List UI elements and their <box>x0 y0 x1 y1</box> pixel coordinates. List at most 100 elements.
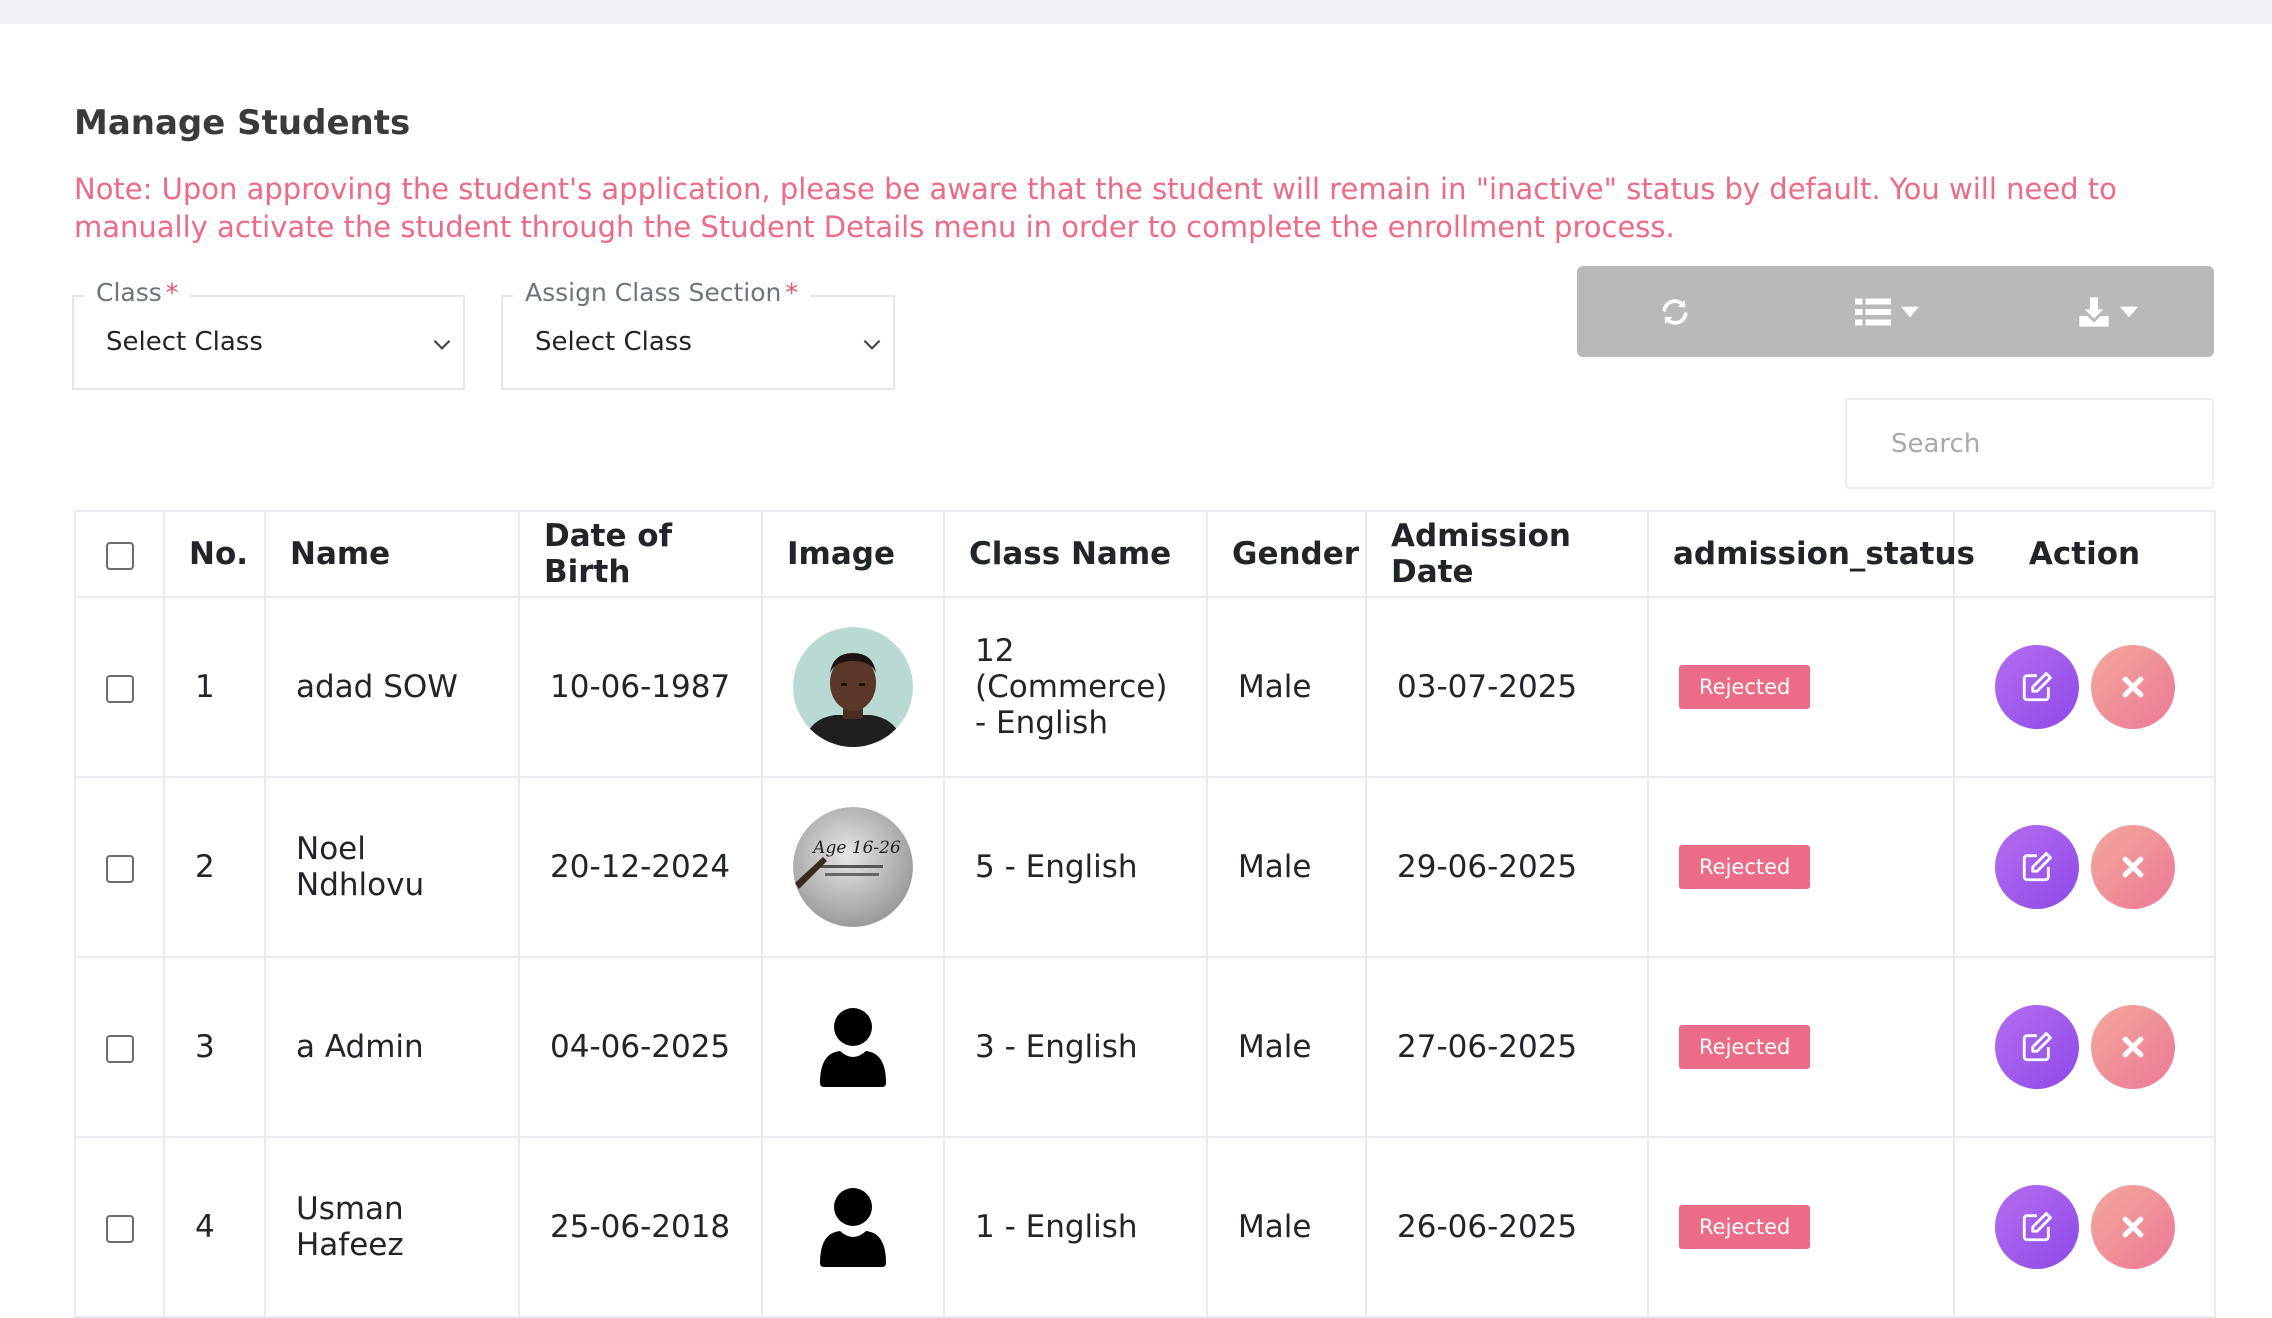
cell-dob: 20-12-2024 <box>518 776 763 958</box>
students-table: No. Name Date of Birth Image Class Name … <box>74 510 2216 1318</box>
table-row: 3 a Admin 04-06-2025 3 - English Male 27… <box>74 956 2216 1138</box>
header-action: Action <box>1953 510 2216 598</box>
search-input[interactable] <box>1845 398 2214 489</box>
row-select-cell[interactable] <box>74 1136 165 1318</box>
delete-button[interactable] <box>2090 1185 2175 1269</box>
class-select-value: Select Class <box>106 327 263 357</box>
cell-dob: 10-06-1987 <box>518 596 763 778</box>
row-select-cell[interactable] <box>74 776 165 958</box>
row-checkbox[interactable] <box>105 854 134 883</box>
chevron-down-icon <box>863 339 881 350</box>
cell-gender: Male <box>1206 1136 1367 1318</box>
cell-no: 2 <box>163 776 266 958</box>
row-select-cell[interactable] <box>74 956 165 1138</box>
edit-button[interactable] <box>1994 1005 2079 1089</box>
photo-caption: Age 16-26 <box>811 838 901 858</box>
delete-button[interactable] <box>2090 825 2175 909</box>
status-badge: Rejected <box>1679 845 1811 889</box>
cell-no: 1 <box>163 596 266 778</box>
cell-gender: Male <box>1206 596 1367 778</box>
header-admission-date[interactable]: Admission Date <box>1365 510 1649 598</box>
approval-note: Note: Upon approving the student's appli… <box>74 172 2117 244</box>
status-badge: Rejected <box>1679 1025 1811 1069</box>
header-image[interactable]: Image <box>761 510 945 598</box>
user-icon <box>820 1188 886 1267</box>
edit-button[interactable] <box>1994 1185 2079 1269</box>
table-row: 1 adad SOW 10-06-1987 12 (Commerce) - En… <box>74 596 2216 778</box>
cell-dob: 25-06-2018 <box>518 1136 763 1318</box>
section-select[interactable]: Assign Class Section * Select Class <box>501 278 895 390</box>
cell-status: Rejected <box>1647 1136 1955 1318</box>
table-row: 2 Noel Ndhlovu 20-12-2024 Age 16-26 5 - … <box>74 776 2216 958</box>
edit-icon <box>2022 852 2052 882</box>
header-select-all[interactable] <box>74 510 165 598</box>
edit-icon <box>2022 1032 2052 1062</box>
cell-status: Rejected <box>1647 956 1955 1138</box>
cell-gender: Male <box>1206 956 1367 1138</box>
student-photo: Age 16-26 <box>793 807 913 927</box>
header-date-of-birth[interactable]: Date of Birth <box>518 510 763 598</box>
cell-admission-date: 03-07-2025 <box>1365 596 1649 778</box>
row-select-cell[interactable] <box>74 596 165 778</box>
cell-action <box>1953 956 2216 1138</box>
class-select-label: Class * <box>84 278 191 307</box>
cell-class-name: 3 - English <box>943 956 1208 1138</box>
close-icon <box>2122 1216 2143 1238</box>
cell-name: a Admin <box>264 956 520 1138</box>
edit-button[interactable] <box>1994 825 2079 909</box>
export-button[interactable] <box>2001 266 2214 357</box>
student-photo <box>793 627 913 747</box>
cell-no: 3 <box>163 956 266 1138</box>
cell-status: Rejected <box>1647 596 1955 778</box>
cell-image <box>761 596 945 778</box>
cell-image: Age 16-26 <box>761 776 945 958</box>
cell-no: 4 <box>163 1136 266 1318</box>
cell-name: Noel Ndhlovu <box>264 776 520 958</box>
download-icon <box>2078 296 2109 327</box>
cell-image <box>761 956 945 1138</box>
class-select[interactable]: Class * Select Class <box>72 278 465 390</box>
delete-button[interactable] <box>2090 645 2175 729</box>
close-icon <box>2122 676 2143 698</box>
refresh-icon <box>1662 298 1688 325</box>
cell-action <box>1953 1136 2216 1318</box>
row-checkbox[interactable] <box>105 1034 134 1063</box>
cell-action <box>1953 776 2216 958</box>
header-admission-status[interactable]: admission_status <box>1647 510 1975 598</box>
select-all-checkbox[interactable] <box>105 541 134 570</box>
row-checkbox[interactable] <box>105 674 134 703</box>
cell-image <box>761 1136 945 1318</box>
cell-class-name: 5 - English <box>943 776 1208 958</box>
required-mark: * <box>785 278 798 307</box>
caret-down-icon <box>1901 306 1919 317</box>
cell-action <box>1953 596 2216 778</box>
close-icon <box>2122 1036 2143 1058</box>
close-icon <box>2122 856 2143 878</box>
columns-button[interactable] <box>1773 266 2001 357</box>
list-icon <box>1855 298 1891 325</box>
header-gender[interactable]: Gender <box>1206 510 1367 598</box>
cell-name: Usman Hafeez <box>264 1136 520 1318</box>
section-select-label: Assign Class Section * <box>513 278 810 307</box>
cell-admission-date: 27-06-2025 <box>1365 956 1649 1138</box>
edit-button[interactable] <box>1994 645 2079 729</box>
chevron-down-icon <box>433 339 451 350</box>
header-name[interactable]: Name <box>264 510 520 598</box>
refresh-button[interactable] <box>1577 266 1773 357</box>
top-bar <box>0 0 2272 24</box>
table-header-row: No. Name Date of Birth Image Class Name … <box>74 510 2216 598</box>
cell-name: adad SOW <box>264 596 520 778</box>
cell-gender: Male <box>1206 776 1367 958</box>
row-checkbox[interactable] <box>105 1214 134 1243</box>
required-mark: * <box>165 278 179 307</box>
table-toolbar <box>1577 266 2214 357</box>
header-class-name[interactable]: Class Name <box>943 510 1208 598</box>
header-no[interactable]: No. <box>163 510 266 598</box>
cell-admission-date: 26-06-2025 <box>1365 1136 1649 1318</box>
status-badge: Rejected <box>1679 665 1811 709</box>
user-icon <box>820 1008 886 1087</box>
caret-down-icon <box>2119 306 2138 317</box>
section-select-value: Select Class <box>535 327 692 357</box>
delete-button[interactable] <box>2090 1005 2175 1089</box>
status-badge: Rejected <box>1679 1205 1811 1249</box>
